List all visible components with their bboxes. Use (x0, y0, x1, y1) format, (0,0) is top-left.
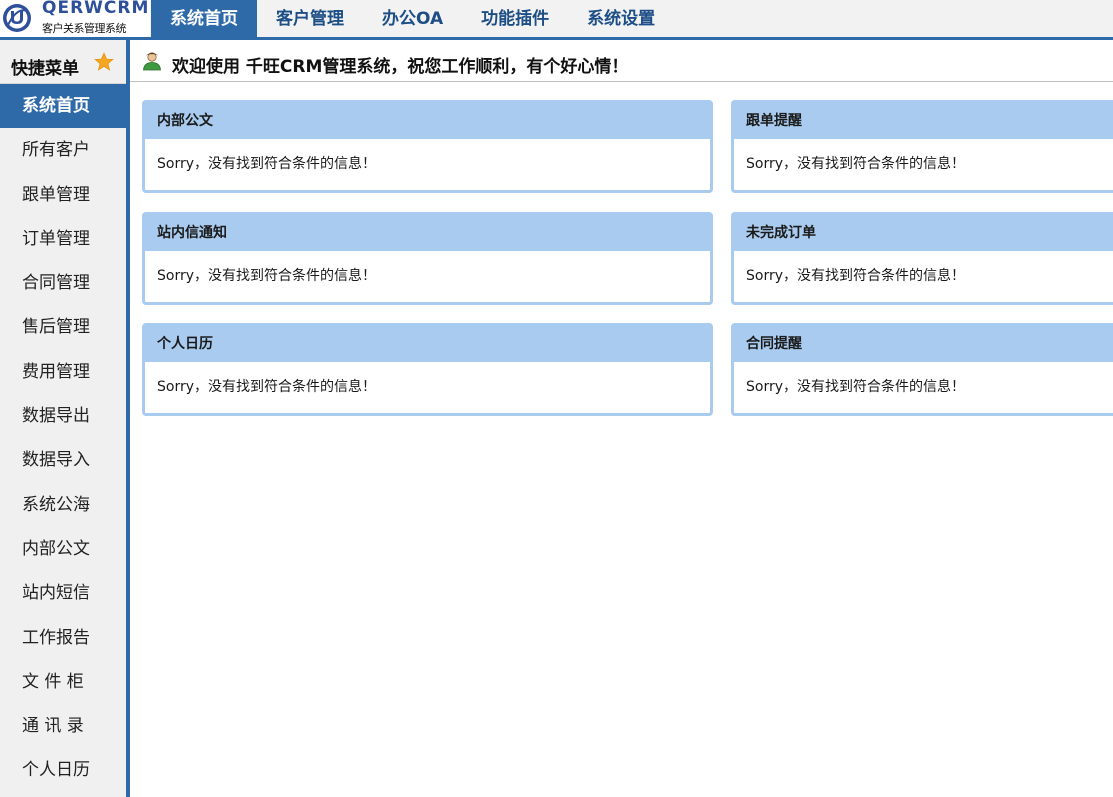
panel-message: Sorry，没有找到符合条件的信息！ (157, 268, 377, 284)
logo-title: QERWCRM (42, 0, 150, 18)
sidebar-menu: 系统首页 所有客户 跟单管理 订单管理 合同管理 售后管理 费用管理 数据导出 … (0, 84, 126, 793)
panel-message: Sorry，没有找到符合条件的信息！ (746, 379, 966, 395)
quick-menu-label: 快捷菜单 (11, 59, 79, 79)
tab-system-settings[interactable]: 系统设置 (568, 0, 674, 37)
panel-personal-calendar: 个人日历 Sorry，没有找到符合条件的信息！ (142, 323, 713, 416)
quick-menu-header: 快捷菜单 (0, 40, 126, 84)
panel-pending-orders: 未完成订单 Sorry，没有找到符合条件的信息！ (731, 212, 1113, 305)
logo-subtitle: 客户关系管理系统 (42, 22, 127, 35)
logo-u-icon (3, 4, 31, 32)
star-icon[interactable] (94, 52, 114, 72)
panel-site-messages: 站内信通知 Sorry，没有找到符合条件的信息！ (142, 212, 713, 305)
panel-title: 未完成订单 (734, 212, 1113, 251)
panel-internal-docs: 内部公文 Sorry，没有找到符合条件的信息！ (142, 100, 713, 193)
panel-follow-up-reminder: 跟单提醒 Sorry，没有找到符合条件的信息！ (731, 100, 1113, 193)
tab-office-oa[interactable]: 办公OA (363, 0, 462, 37)
sidebar-item-home[interactable]: 系统首页 (0, 84, 126, 129)
main-nav: 系统首页 客户管理 办公OA 功能插件 系统设置 (151, 0, 674, 37)
sidebar-item-data-export[interactable]: 数据导出 (0, 394, 126, 438)
sidebar-item-follow-up[interactable]: 跟单管理 (0, 173, 126, 217)
crm-app: QERWCRM 客户关系管理系统 系统首页 客户管理 办公OA 功能插件 系统设… (0, 0, 1113, 797)
panel-title: 跟单提醒 (734, 100, 1113, 139)
tab-plugins[interactable]: 功能插件 (462, 0, 568, 37)
sidebar-item-data-import[interactable]: 数据导入 (0, 438, 126, 482)
welcome-message: 欢迎使用 千旺CRM管理系统，祝您工作顺利，有个好心情！ (172, 57, 629, 77)
main-content: 欢迎使用 千旺CRM管理系统，祝您工作顺利，有个好心情！ 内部公文 Sorry，… (130, 40, 1113, 797)
panel-message: Sorry，没有找到符合条件的信息！ (746, 268, 966, 284)
logo[interactable]: QERWCRM 客户关系管理系统 (0, 0, 150, 37)
panel-contract-reminder: 合同提醒 Sorry，没有找到符合条件的信息！ (731, 323, 1113, 416)
sidebar-item-expenses[interactable]: 费用管理 (0, 350, 126, 394)
panel-title: 站内信通知 (145, 212, 710, 251)
panel-title: 个人日历 (145, 323, 710, 362)
user-icon (143, 52, 161, 71)
panel-title: 内部公文 (145, 100, 710, 139)
panel-message: Sorry，没有找到符合条件的信息！ (157, 156, 377, 172)
sidebar-item-file-cabinet[interactable]: 文 件 柜 (0, 660, 126, 704)
welcome-bar: 欢迎使用 千旺CRM管理系统，祝您工作顺利，有个好心情！ (130, 40, 1113, 82)
sidebar-item-internal-docs[interactable]: 内部公文 (0, 527, 126, 571)
tab-home[interactable]: 系统首页 (151, 0, 257, 37)
panel-message: Sorry，没有找到符合条件的信息！ (157, 379, 377, 395)
sidebar-item-public-pool[interactable]: 系统公海 (0, 483, 126, 527)
sidebar-item-address-book[interactable]: 通 讯 录 (0, 704, 126, 748)
sidebar-item-orders[interactable]: 订单管理 (0, 217, 126, 261)
sidebar-item-messages[interactable]: 站内短信 (0, 571, 126, 615)
panel-message: Sorry，没有找到符合条件的信息！ (746, 156, 966, 172)
sidebar-item-all-customers[interactable]: 所有客户 (0, 128, 126, 172)
sidebar-item-contracts[interactable]: 合同管理 (0, 261, 126, 305)
sidebar-item-work-reports[interactable]: 工作报告 (0, 616, 126, 660)
sidebar: 快捷菜单 系统首页 所有客户 跟单管理 订单管理 合同管理 售后管理 费用管理 … (0, 40, 130, 797)
panel-title: 合同提醒 (734, 323, 1113, 362)
tab-customer-management[interactable]: 客户管理 (257, 0, 363, 37)
sidebar-item-after-sales[interactable]: 售后管理 (0, 305, 126, 349)
sidebar-item-calendar[interactable]: 个人日历 (0, 748, 126, 792)
top-bar: QERWCRM 客户关系管理系统 系统首页 客户管理 办公OA 功能插件 系统设… (0, 0, 1113, 40)
